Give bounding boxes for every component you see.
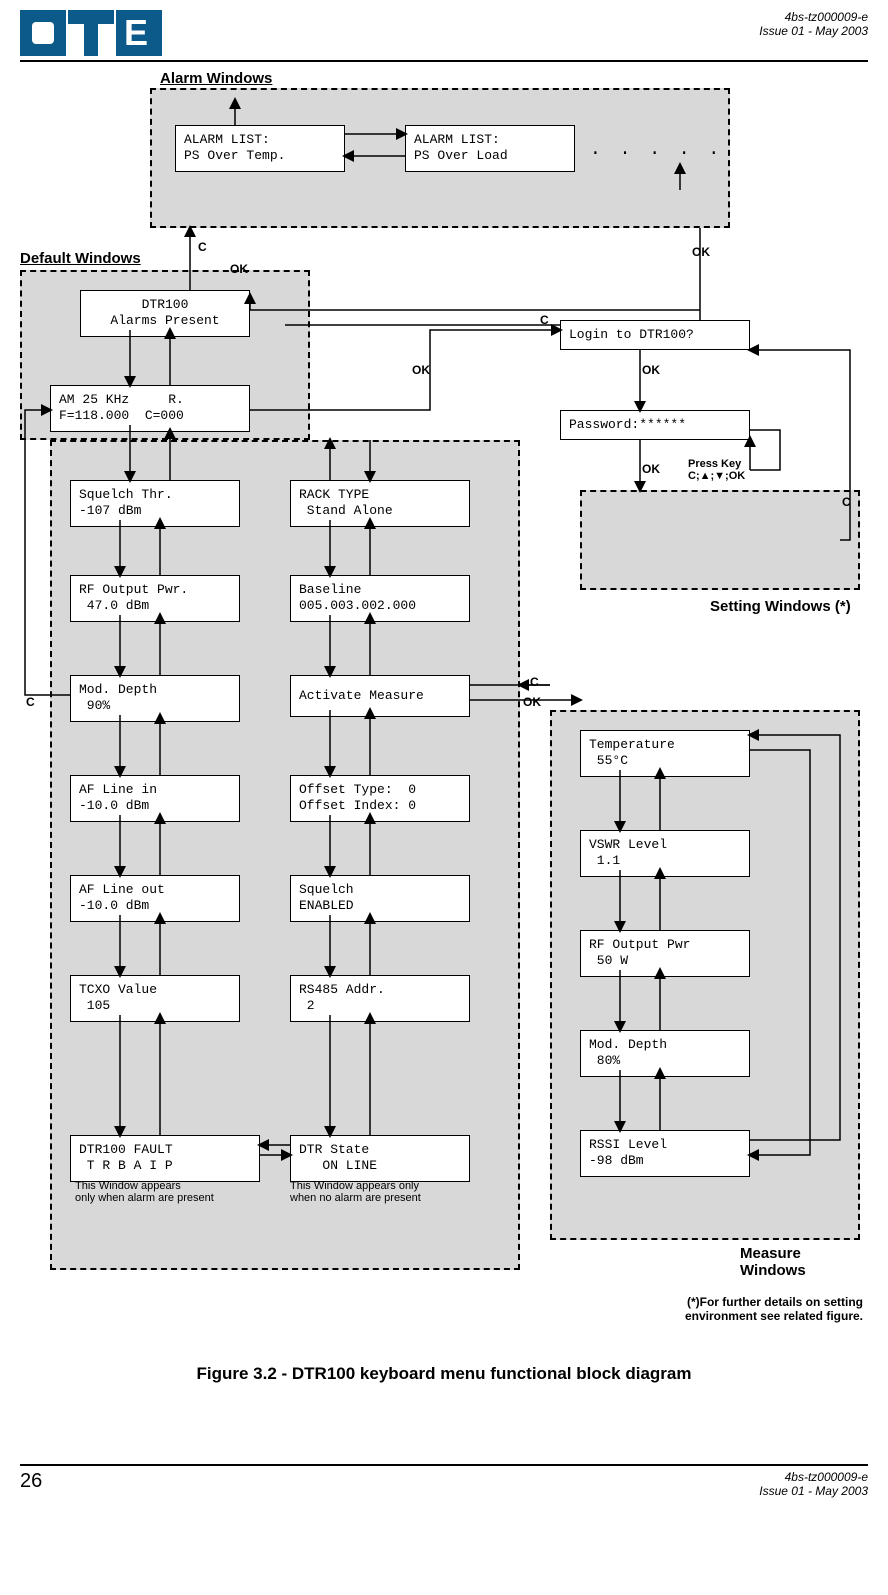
c-label-3: C [842, 495, 851, 509]
ok-label-5: OK [642, 462, 660, 476]
ote-logo [20, 10, 162, 56]
rack-type: RACK TYPE Stand Alone [290, 480, 470, 527]
page-number: 26 [20, 1470, 42, 1498]
default-windows-title: Default Windows [20, 250, 141, 267]
fault-note: This Window appears only when alarm are … [75, 1180, 214, 1204]
header-docref: 4bs-tz000009-e [759, 10, 868, 24]
c-label-4: C [26, 695, 35, 709]
c-label-2: C [540, 313, 549, 327]
measure-windows-title: Measure Windows [740, 1245, 868, 1279]
ok-label-6: OK [523, 695, 541, 709]
page-footer: 26 4bs-tz000009-e Issue 01 - May 2003 [20, 1464, 868, 1498]
activate-measure: Activate Measure [290, 675, 470, 717]
tcxo-value: TCXO Value 105 [70, 975, 240, 1022]
temperature: Temperature 55°C [580, 730, 750, 777]
header-issue: Issue 01 - May 2003 [759, 24, 868, 38]
state-note: This Window appears only when no alarm a… [290, 1180, 421, 1204]
setting-windows-title: Setting Windows (*) [710, 598, 851, 615]
af-line-in: AF Line in -10.0 dBm [70, 775, 240, 822]
alarm-list-1: ALARM LIST: PS Over Temp. [175, 125, 345, 172]
page-header: 4bs-tz000009-e Issue 01 - May 2003 [20, 10, 868, 62]
rf-output-pwr-m: RF Output Pwr 50 W [580, 930, 750, 977]
rssi-level: RSSI Level -98 dBm [580, 1130, 750, 1177]
footer-docref: 4bs-tz000009-e [759, 1470, 868, 1484]
dtr100-alarms-present: DTR100 Alarms Present [80, 290, 250, 337]
am25-status: AM 25 KHz R. F=118.000 C=000 [50, 385, 250, 432]
squelch-enabled: Squelch ENABLED [290, 875, 470, 922]
c-label-1: C [198, 240, 207, 254]
setting-footnote: (*)For further details on setting enviro… [685, 1295, 863, 1323]
baseline: Baseline 005.003.002.000 [290, 575, 470, 622]
vswr-level: VSWR Level 1.1 [580, 830, 750, 877]
ok-label-2: OK [692, 245, 710, 259]
press-key-label-2: C;▲;▼;OK [688, 470, 745, 482]
ok-label-3: OK [412, 363, 430, 377]
ok-label-4: OK [642, 363, 660, 377]
rf-output-power: RF Output Pwr. 47.0 dBm [70, 575, 240, 622]
c-label-5: C [530, 675, 539, 689]
alarm-windows-title: Alarm Windows [160, 70, 272, 87]
password-prompt: Password:****** [560, 410, 750, 440]
alarm-ellipsis: . . . . . [590, 140, 723, 160]
mod-depth-m: Mod. Depth 80% [580, 1030, 750, 1077]
squelch-threshold: Squelch Thr. -107 dBm [70, 480, 240, 527]
login-prompt: Login to DTR100? [560, 320, 750, 350]
alarm-list-2: ALARM LIST: PS Over Load [405, 125, 575, 172]
rs485-addr: RS485 Addr. 2 [290, 975, 470, 1022]
offset-settings: Offset Type: 0 Offset Index: 0 [290, 775, 470, 822]
setting-windows-region [580, 490, 860, 590]
press-key-label: Press Key [688, 458, 741, 470]
figure-caption: Figure 3.2 - DTR100 keyboard menu functi… [20, 1364, 868, 1384]
af-line-out: AF Line out -10.0 dBm [70, 875, 240, 922]
dtr100-fault: DTR100 FAULT T R B A I P [70, 1135, 260, 1182]
ok-label-1: OK [230, 262, 248, 276]
dtr-state: DTR State ON LINE [290, 1135, 470, 1182]
diagram-area: Alarm Windows Default Windows Setting Wi… [20, 70, 868, 1350]
footer-issue: Issue 01 - May 2003 [759, 1484, 868, 1498]
mod-depth: Mod. Depth 90% [70, 675, 240, 722]
header-docref-block: 4bs-tz000009-e Issue 01 - May 2003 [759, 10, 868, 38]
